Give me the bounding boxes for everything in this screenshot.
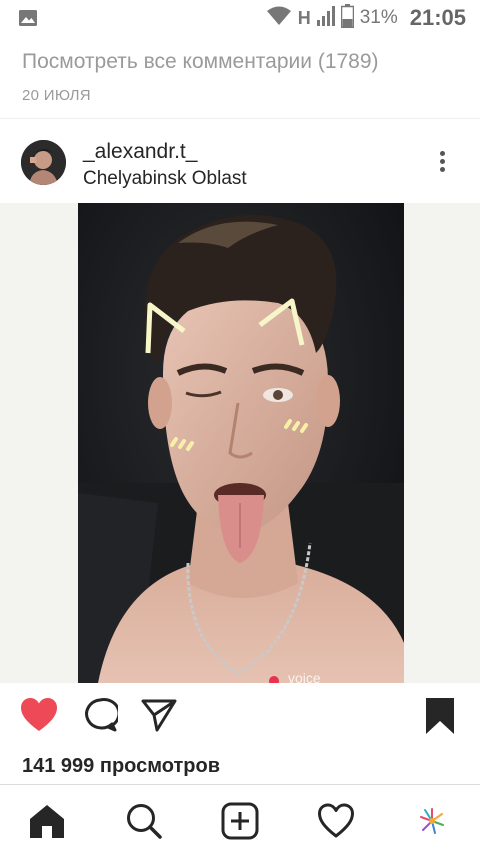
- post-header: _alexandr.t_ Chelyabinsk Oblast: [0, 132, 480, 198]
- post-username[interactable]: _alexandr.t_: [83, 140, 197, 164]
- home-icon[interactable]: [27, 801, 67, 841]
- status-bar: H 31% 21:05: [0, 0, 480, 36]
- bookmark-icon[interactable]: [425, 697, 455, 740]
- views-number: 141 999: [22, 755, 95, 777]
- view-all-comments-link[interactable]: Посмотреть все комментарии (1789): [22, 50, 379, 74]
- divider: [0, 118, 480, 119]
- views-count: 141 999 просмотров: [22, 755, 220, 778]
- more-options-button[interactable]: [430, 148, 454, 178]
- dot-icon: [439, 151, 445, 156]
- signal-icon: [316, 5, 335, 31]
- add-post-icon[interactable]: [220, 801, 260, 841]
- profile-icon[interactable]: [412, 801, 452, 841]
- avatar[interactable]: [21, 140, 66, 185]
- heart-icon[interactable]: [20, 697, 58, 738]
- battery-icon: [340, 3, 354, 33]
- dot-icon: [439, 159, 445, 164]
- bottom-nav: [0, 784, 480, 854]
- network-type: H: [297, 7, 311, 28]
- image-icon: [18, 8, 38, 33]
- post-media[interactable]: voice: [0, 203, 480, 683]
- photo-person-illustration: voice: [78, 203, 404, 683]
- activity-icon[interactable]: [316, 801, 356, 841]
- post-location[interactable]: Chelyabinsk Oblast: [83, 168, 247, 190]
- post-actions: [0, 695, 480, 743]
- post-date: 20 ИЮЛЯ: [22, 87, 91, 104]
- video-watermark: voice: [288, 670, 321, 683]
- comment-icon[interactable]: [82, 697, 121, 738]
- dot-icon: [439, 167, 445, 172]
- clock: 21:05: [409, 5, 466, 30]
- post-video[interactable]: voice: [78, 203, 404, 683]
- wifi-icon: [266, 5, 292, 32]
- battery-percent: 31%: [359, 7, 398, 28]
- search-icon[interactable]: [124, 801, 164, 841]
- views-label: просмотров: [99, 755, 221, 777]
- share-icon[interactable]: [140, 697, 178, 738]
